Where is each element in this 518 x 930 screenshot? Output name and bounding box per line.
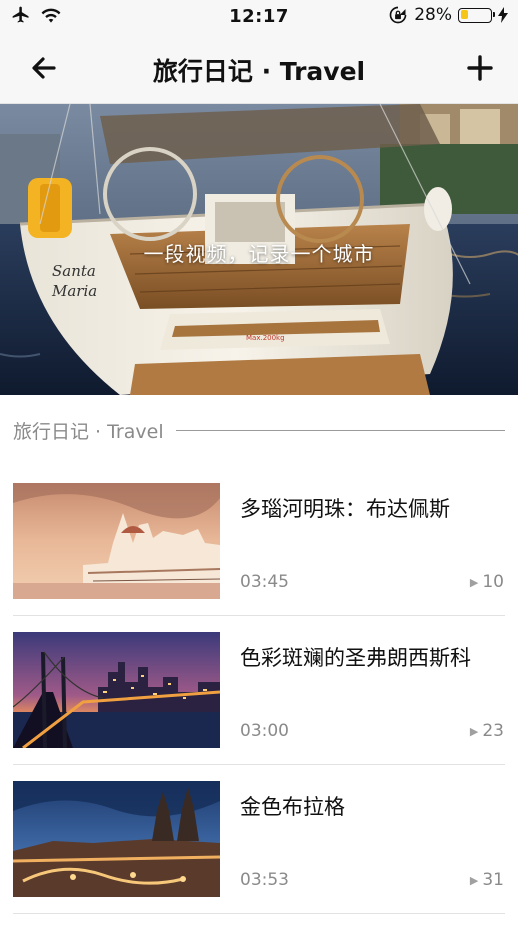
video-duration: 03:45 bbox=[240, 572, 289, 592]
hero-caption: 一段视频，记录一个城市 bbox=[143, 242, 375, 266]
video-play-count: ▶ 31 bbox=[470, 870, 504, 890]
svg-text:Max.200kg: Max.200kg bbox=[246, 334, 285, 342]
play-icon: ▶ bbox=[469, 724, 479, 738]
list-divider bbox=[13, 615, 505, 616]
play-icon: ▶ bbox=[469, 575, 479, 589]
status-right: 28% bbox=[388, 5, 508, 25]
rotation-lock-icon bbox=[389, 6, 407, 24]
video-title: 多瑙河明珠：布达佩斯 bbox=[240, 497, 450, 521]
hero-banner[interactable]: Santa Maria Max.200kg 一段视频，记录一个城市 bbox=[0, 104, 518, 395]
play-icon: ▶ bbox=[469, 873, 479, 887]
video-thumbnail bbox=[13, 483, 220, 599]
section-header: 旅行日记 · Travel bbox=[13, 418, 505, 443]
video-item[interactable]: 色彩斑斓的圣弗朗西斯科 03:00 ▶ 23 bbox=[0, 632, 518, 781]
nav-title: 旅行日记 · Travel bbox=[152, 57, 366, 86]
video-title: 色彩斑斓的圣弗朗西斯科 bbox=[240, 646, 471, 670]
battery-icon bbox=[458, 7, 495, 23]
battery-level bbox=[460, 10, 469, 19]
play-count-value: 10 bbox=[482, 572, 504, 592]
battery-percent: 28% bbox=[414, 5, 452, 25]
video-play-count: ▶ 10 bbox=[470, 572, 504, 592]
status-bar: 12:17 28% bbox=[0, 0, 518, 34]
svg-text:Maria: Maria bbox=[51, 282, 97, 300]
video-thumbnail bbox=[13, 781, 220, 897]
section-title: 旅行日记 · Travel bbox=[13, 420, 164, 443]
video-title: 金色布拉格 bbox=[240, 795, 345, 819]
video-play-count: ▶ 23 bbox=[470, 721, 504, 741]
video-duration: 03:00 bbox=[240, 721, 289, 741]
video-item[interactable]: 金色布拉格 03:53 ▶ 31 bbox=[0, 781, 518, 930]
nav-bar: 旅行日记 · Travel bbox=[0, 34, 518, 104]
video-item[interactable]: 多瑙河明珠：布达佩斯 03:45 ▶ 10 bbox=[0, 483, 518, 632]
list-divider bbox=[13, 764, 505, 765]
charging-bolt-icon bbox=[498, 7, 508, 23]
video-thumbnail bbox=[13, 632, 220, 748]
play-count-value: 31 bbox=[482, 870, 504, 890]
section-divider-line bbox=[175, 429, 505, 431]
play-count-value: 23 bbox=[482, 721, 504, 741]
video-duration: 03:53 bbox=[240, 870, 289, 890]
list-divider bbox=[13, 913, 505, 914]
plus-icon[interactable] bbox=[466, 54, 494, 82]
